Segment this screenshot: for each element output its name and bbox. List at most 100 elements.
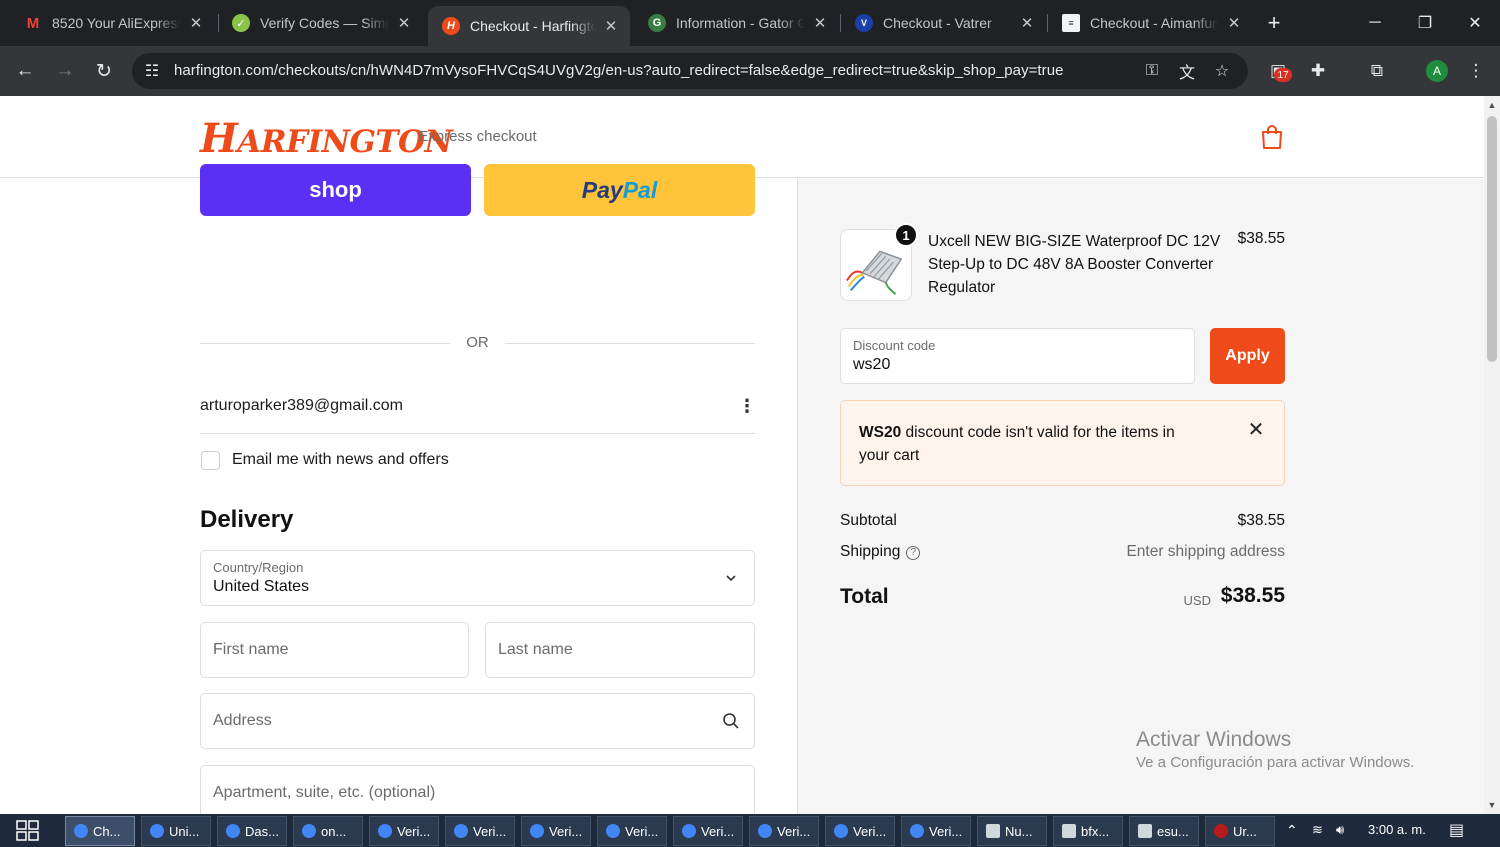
taskbar-task-12[interactable]: Nu... xyxy=(977,816,1047,846)
chevron-down-icon xyxy=(726,575,736,582)
notification-icon[interactable]: ▤ xyxy=(1449,820,1464,840)
taskbar-task-2[interactable]: Das... xyxy=(217,816,287,846)
tab-checkout-harfington[interactable]: H Checkout - Harfington ✕ xyxy=(428,6,630,46)
close-icon[interactable]: ✕ xyxy=(1225,14,1243,32)
task-label: esu... xyxy=(1157,823,1189,839)
taskbar-task-8[interactable]: Veri... xyxy=(673,816,743,846)
url-text[interactable]: harfington.com/checkouts/cn/hWN4D7mVysoF… xyxy=(174,62,1063,79)
discount-error-alert: WS20 discount code isn't valid for the i… xyxy=(840,400,1285,486)
taskbar-task-11[interactable]: Veri... xyxy=(901,816,971,846)
close-icon[interactable]: ✕ xyxy=(1246,419,1266,441)
close-icon[interactable]: ✕ xyxy=(395,14,413,32)
chrome-icon xyxy=(454,824,468,838)
taskbar-task-3[interactable]: on... xyxy=(293,816,363,846)
task-label: Veri... xyxy=(853,823,887,839)
watermark-line1: Activar Windows xyxy=(1136,728,1292,751)
tab-gator[interactable]: G Information - Gator G ✕ xyxy=(634,6,839,40)
translate-icon[interactable]: 文 xyxy=(1177,61,1197,82)
discount-value: ws20 xyxy=(853,356,891,373)
taskbar-task-9[interactable]: Veri... xyxy=(749,816,819,846)
paypal-button[interactable]: Pay Pal xyxy=(484,164,755,216)
harfington-icon: H xyxy=(442,17,460,35)
taskbar-task-7[interactable]: Veri... xyxy=(597,816,667,846)
chrome-icon xyxy=(226,824,240,838)
discount-label: Discount code xyxy=(853,338,936,353)
scrollbar-thumb[interactable] xyxy=(1487,116,1497,362)
last-name-input[interactable]: Last name xyxy=(485,622,755,678)
quantity-badge: 1 xyxy=(894,223,918,247)
tray-chevron-up-icon[interactable]: ⌃ xyxy=(1286,822,1298,839)
extensions-puzzle-icon[interactable]: ✚ xyxy=(1305,58,1331,84)
tab-search-icon[interactable]: ⧉ xyxy=(1364,58,1390,84)
minimize-button[interactable]: ─ xyxy=(1350,0,1400,46)
close-icon[interactable]: ✕ xyxy=(602,17,620,35)
chrome-icon xyxy=(530,824,544,838)
discount-code-input[interactable]: Discount code ws20 xyxy=(840,328,1195,384)
apartment-input[interactable]: Apartment, suite, etc. (optional) xyxy=(200,765,755,814)
browser-menu-icon[interactable]: ⋮ xyxy=(1463,58,1489,84)
express-checkout-title: Express checkout xyxy=(418,128,537,145)
watermark-line2: Ve a Configuración para activar Windows. xyxy=(1136,754,1415,771)
password-key-icon[interactable]: ⚿ xyxy=(1142,61,1162,81)
restore-button[interactable]: ❐ xyxy=(1400,0,1450,46)
tab-vatrer[interactable]: V Checkout - Vatrer ✕ xyxy=(841,6,1046,40)
scroll-up-arrow-icon[interactable]: ▲ xyxy=(1484,97,1500,113)
tab-aliexpress-gmail[interactable]: M 8520 Your AliExpress v ✕ xyxy=(10,6,215,40)
subtotal-row: Subtotal $38.55 xyxy=(840,512,1285,530)
close-window-button[interactable]: ✕ xyxy=(1450,0,1500,46)
taskbar-task-6[interactable]: Veri... xyxy=(521,816,591,846)
shop-pay-button[interactable]: shop xyxy=(200,164,471,216)
taskbar-task-1[interactable]: Uni... xyxy=(141,816,211,846)
close-icon[interactable]: ✕ xyxy=(811,14,829,32)
address-bar[interactable]: ☷ harfington.com/checkouts/cn/hWN4D7mVys… xyxy=(132,53,1248,89)
tab-aimanfun[interactable]: ≡ Checkout - Aimanfun ✕ xyxy=(1048,6,1253,40)
site-settings-icon[interactable]: ☷ xyxy=(142,61,162,81)
close-icon[interactable]: ✕ xyxy=(187,14,205,32)
chrome-icon xyxy=(378,824,392,838)
back-button[interactable]: ← xyxy=(12,58,38,84)
start-grid-icon[interactable] xyxy=(16,820,40,842)
shipping-row: Shipping? Enter shipping address xyxy=(840,543,1285,561)
browser-tab-strip: M 8520 Your AliExpress v ✕ ✓ Verify Code… xyxy=(0,0,1500,46)
task-label: Veri... xyxy=(625,823,659,839)
taskbar-task-13[interactable]: bfx... xyxy=(1053,816,1123,846)
task-label: Veri... xyxy=(397,823,431,839)
taskbar-task-5[interactable]: Veri... xyxy=(445,816,515,846)
wifi-icon[interactable]: ≋ xyxy=(1312,822,1323,838)
newsletter-option[interactable]: Email me with news and offers xyxy=(201,449,449,471)
newsletter-label: Email me with news and offers xyxy=(232,451,449,468)
shopping-bag-icon[interactable] xyxy=(1260,124,1284,150)
close-icon[interactable]: ✕ xyxy=(1018,14,1036,32)
contact-email-row: arturoparker389@gmail.com ⋮ xyxy=(200,392,756,434)
volume-icon[interactable]: 🔊︎ xyxy=(1336,822,1344,838)
taskbar-task-15[interactable]: Ur... xyxy=(1205,816,1275,846)
tab-verify-codes[interactable]: ✓ Verify Codes — Simply ✕ xyxy=(218,6,423,40)
taskbar-task-10[interactable]: Veri... xyxy=(825,816,895,846)
tab-title: Checkout - Vatrer xyxy=(883,15,992,31)
forward-button[interactable]: → xyxy=(52,58,78,84)
or-text: OR xyxy=(466,334,489,351)
new-tab-button[interactable]: + xyxy=(1262,10,1286,35)
address-input[interactable]: Address xyxy=(200,693,755,749)
taskbar-task-0[interactable]: Ch... xyxy=(65,816,135,846)
chrome-icon xyxy=(302,824,316,838)
first-name-input[interactable]: First name xyxy=(200,622,469,678)
windows-taskbar: Ch... Uni... Das... on... Veri... Veri... Veri… xyxy=(0,814,1500,847)
tab-title: Checkout - Aimanfun xyxy=(1090,15,1219,31)
aimanfun-icon: ≡ xyxy=(1062,14,1080,32)
clock[interactable]: 3:00 a. m. xyxy=(1368,822,1426,837)
scroll-down-arrow-icon[interactable]: ▼ xyxy=(1484,797,1500,813)
task-label: Veri... xyxy=(549,823,583,839)
taskbar-task-14[interactable]: esu... xyxy=(1129,816,1199,846)
country-select[interactable]: Country/Region United States xyxy=(200,550,755,606)
search-icon[interactable] xyxy=(722,712,740,730)
newsletter-checkbox[interactable] xyxy=(201,450,220,470)
more-options-icon[interactable]: ⋮ xyxy=(738,396,756,416)
apartment-placeholder: Apartment, suite, etc. (optional) xyxy=(213,784,436,801)
taskbar-task-4[interactable]: Veri... xyxy=(369,816,439,846)
reload-button[interactable]: ↻ xyxy=(91,58,117,84)
profile-avatar[interactable]: A xyxy=(1426,60,1448,82)
bookmark-star-icon[interactable]: ☆ xyxy=(1212,61,1232,81)
apply-discount-button[interactable]: Apply xyxy=(1210,328,1285,384)
help-circle-icon[interactable]: ? xyxy=(906,545,921,560)
